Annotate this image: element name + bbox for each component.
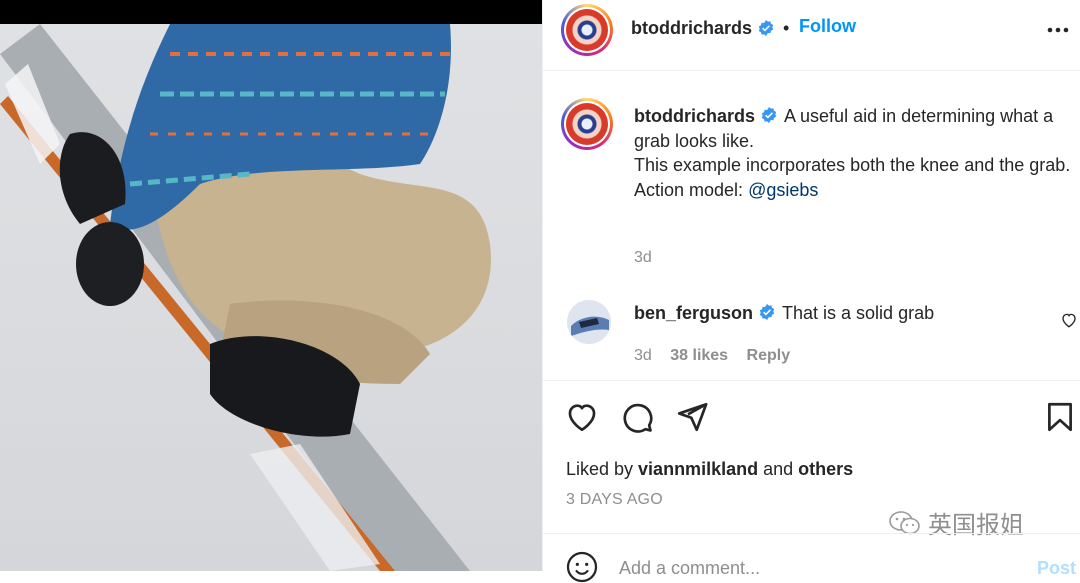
comment-meta: 3d 38 likes Reply: [634, 347, 790, 365]
commenter-username[interactable]: ben_ferguson: [634, 303, 753, 323]
post-header: btoddrichards • Follow: [543, 0, 1080, 71]
caption-author-username[interactable]: btoddrichards: [634, 106, 755, 126]
post-media-pane: [0, 0, 542, 571]
liked-by-line: Liked by viannmilkland and others: [566, 459, 853, 480]
follow-button[interactable]: Follow: [799, 16, 856, 37]
comment-likes-count[interactable]: 38 likes: [670, 347, 728, 364]
add-comment-divider: [543, 533, 1080, 534]
liked-by-user[interactable]: viannmilkland: [638, 459, 758, 479]
verified-badge-icon: [761, 107, 777, 123]
verified-badge-icon: [759, 304, 775, 320]
comment-icon[interactable]: [620, 400, 654, 434]
caption-line-2: This example incorporates both the knee …: [634, 155, 1071, 176]
caption-author-avatar[interactable]: [561, 98, 613, 150]
verified-badge-icon: [758, 20, 774, 36]
post-photo[interactable]: [0, 24, 542, 571]
more-options-icon[interactable]: [1043, 20, 1073, 40]
comment-body: ben_ferguson That is a solid grab: [634, 303, 934, 324]
watermark: 英国报姐: [888, 505, 1024, 540]
reply-button[interactable]: Reply: [747, 347, 791, 364]
comment-text: That is a solid grab: [782, 303, 935, 323]
post-caption: btoddrichards A useful aid in determinin…: [634, 104, 1074, 202]
snowboarder-illustration: [0, 24, 491, 571]
mention-link[interactable]: @gsiebs: [748, 180, 818, 200]
post-details-panel: btoddrichards • Follow btoddrichards A u…: [542, 0, 1080, 583]
liked-by-others[interactable]: others: [798, 459, 853, 479]
comment-timestamp[interactable]: 3d: [634, 347, 652, 364]
comment-like-heart-icon[interactable]: [1060, 311, 1078, 329]
send-icon[interactable]: [675, 400, 709, 434]
author-avatar[interactable]: [561, 4, 613, 56]
bookmark-icon[interactable]: [1043, 400, 1077, 434]
caption-timestamp[interactable]: 3d: [634, 249, 652, 267]
heart-icon[interactable]: [565, 400, 599, 434]
commenter-avatar[interactable]: [567, 300, 611, 344]
post-date[interactable]: 3 DAYS AGO: [566, 491, 663, 509]
liked-by-and: and: [758, 459, 799, 479]
liked-by-prefix: Liked by: [566, 459, 639, 479]
add-comment-input[interactable]: [619, 556, 1009, 580]
caption-line-3-prefix: Action model:: [634, 179, 749, 200]
separator-dot: •: [783, 18, 790, 38]
actions-divider: [543, 380, 1080, 381]
post-comment-button[interactable]: Post: [1037, 558, 1076, 579]
author-username[interactable]: btoddrichards: [631, 18, 752, 39]
watermark-text: 英国报姐: [928, 512, 1024, 539]
emoji-icon[interactable]: [566, 551, 598, 583]
